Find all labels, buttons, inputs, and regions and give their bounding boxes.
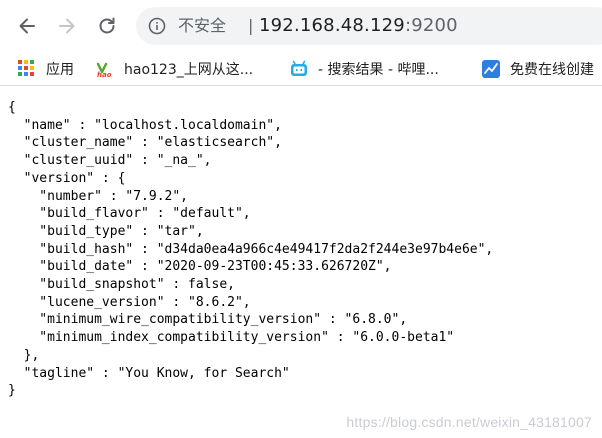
forward-button[interactable] xyxy=(54,13,80,39)
json-line: "cluster_name" : "elasticsearch", xyxy=(8,135,282,151)
reload-icon xyxy=(99,17,115,34)
bookmark-apps[interactable]: 应用 xyxy=(18,58,74,80)
json-line: "build_type" : "tar", xyxy=(8,223,204,239)
security-label[interactable]: 不安全 xyxy=(178,16,226,36)
bookmark-label: hao123_上网从这... xyxy=(124,62,254,78)
bookmark-label: - 搜索结果 - 哔哩... xyxy=(318,62,439,78)
arrow-left-icon xyxy=(19,18,35,34)
bookmark-label: 应用 xyxy=(46,62,74,78)
json-line: "build_flavor" : "default", xyxy=(8,206,251,222)
json-line: "version" : { xyxy=(8,170,126,186)
reload-button[interactable] xyxy=(94,13,120,39)
json-line: "tagline" : "You Know, for Search" xyxy=(8,365,290,381)
back-button[interactable] xyxy=(14,13,40,39)
url-text[interactable]: 192.168.48.129:9200 xyxy=(259,15,458,37)
json-line: "name" : "localhost.localdomain", xyxy=(8,117,282,133)
json-line: } xyxy=(8,383,16,399)
bookmarks-bar: 应用 hao hao123_上网从这... - 搜索结果 - 哔哩... 免费在… xyxy=(0,52,602,86)
bookmark-chart[interactable]: 免费在线创建 xyxy=(482,58,594,80)
bookmark-label: 免费在线创建 xyxy=(510,62,594,78)
json-line: "build_hash" : "d34da0ea4a966c4e49417f2d… xyxy=(8,241,494,257)
chart-icon xyxy=(482,60,500,78)
watermark: https://blog.csdn.net/weixin_43181007 xyxy=(346,414,592,430)
bookmark-hao123[interactable]: hao hao123_上网从这... xyxy=(96,58,253,80)
json-line: }, xyxy=(8,347,40,363)
url-host: 192.168.48.129 xyxy=(259,15,405,36)
svg-text:hao: hao xyxy=(97,71,112,78)
info-icon[interactable] xyxy=(148,17,166,35)
json-line: "build_date" : "2020-09-23T00:45:33.6267… xyxy=(8,259,392,275)
json-line: { xyxy=(8,100,16,115)
bookmark-bilibili[interactable]: - 搜索结果 - 哔哩... xyxy=(290,58,439,80)
json-response: { "name" : "localhost.localdomain", "clu… xyxy=(8,99,493,400)
apps-grid-icon xyxy=(18,60,36,78)
address-bar[interactable]: 不安全 | 192.168.48.129:9200 xyxy=(136,7,602,45)
json-line: "minimum_index_compatibility_version" : … xyxy=(8,330,455,346)
json-line: "build_snapshot" : false, xyxy=(8,277,235,293)
address-separator: | xyxy=(248,16,254,35)
browser-toolbar: 不安全 | 192.168.48.129:9200 xyxy=(0,0,602,52)
json-line: "minimum_wire_compatibility_version" : "… xyxy=(8,312,408,328)
json-line: "number" : "7.9.2", xyxy=(8,188,189,204)
url-port: :9200 xyxy=(404,15,458,36)
hao123-icon: hao xyxy=(96,60,114,79)
bilibili-icon xyxy=(290,60,308,78)
arrow-right-icon xyxy=(59,18,75,34)
json-line: "cluster_uuid" : "_na_", xyxy=(8,153,212,169)
json-line: "lucene_version" : "8.6.2", xyxy=(8,294,251,310)
